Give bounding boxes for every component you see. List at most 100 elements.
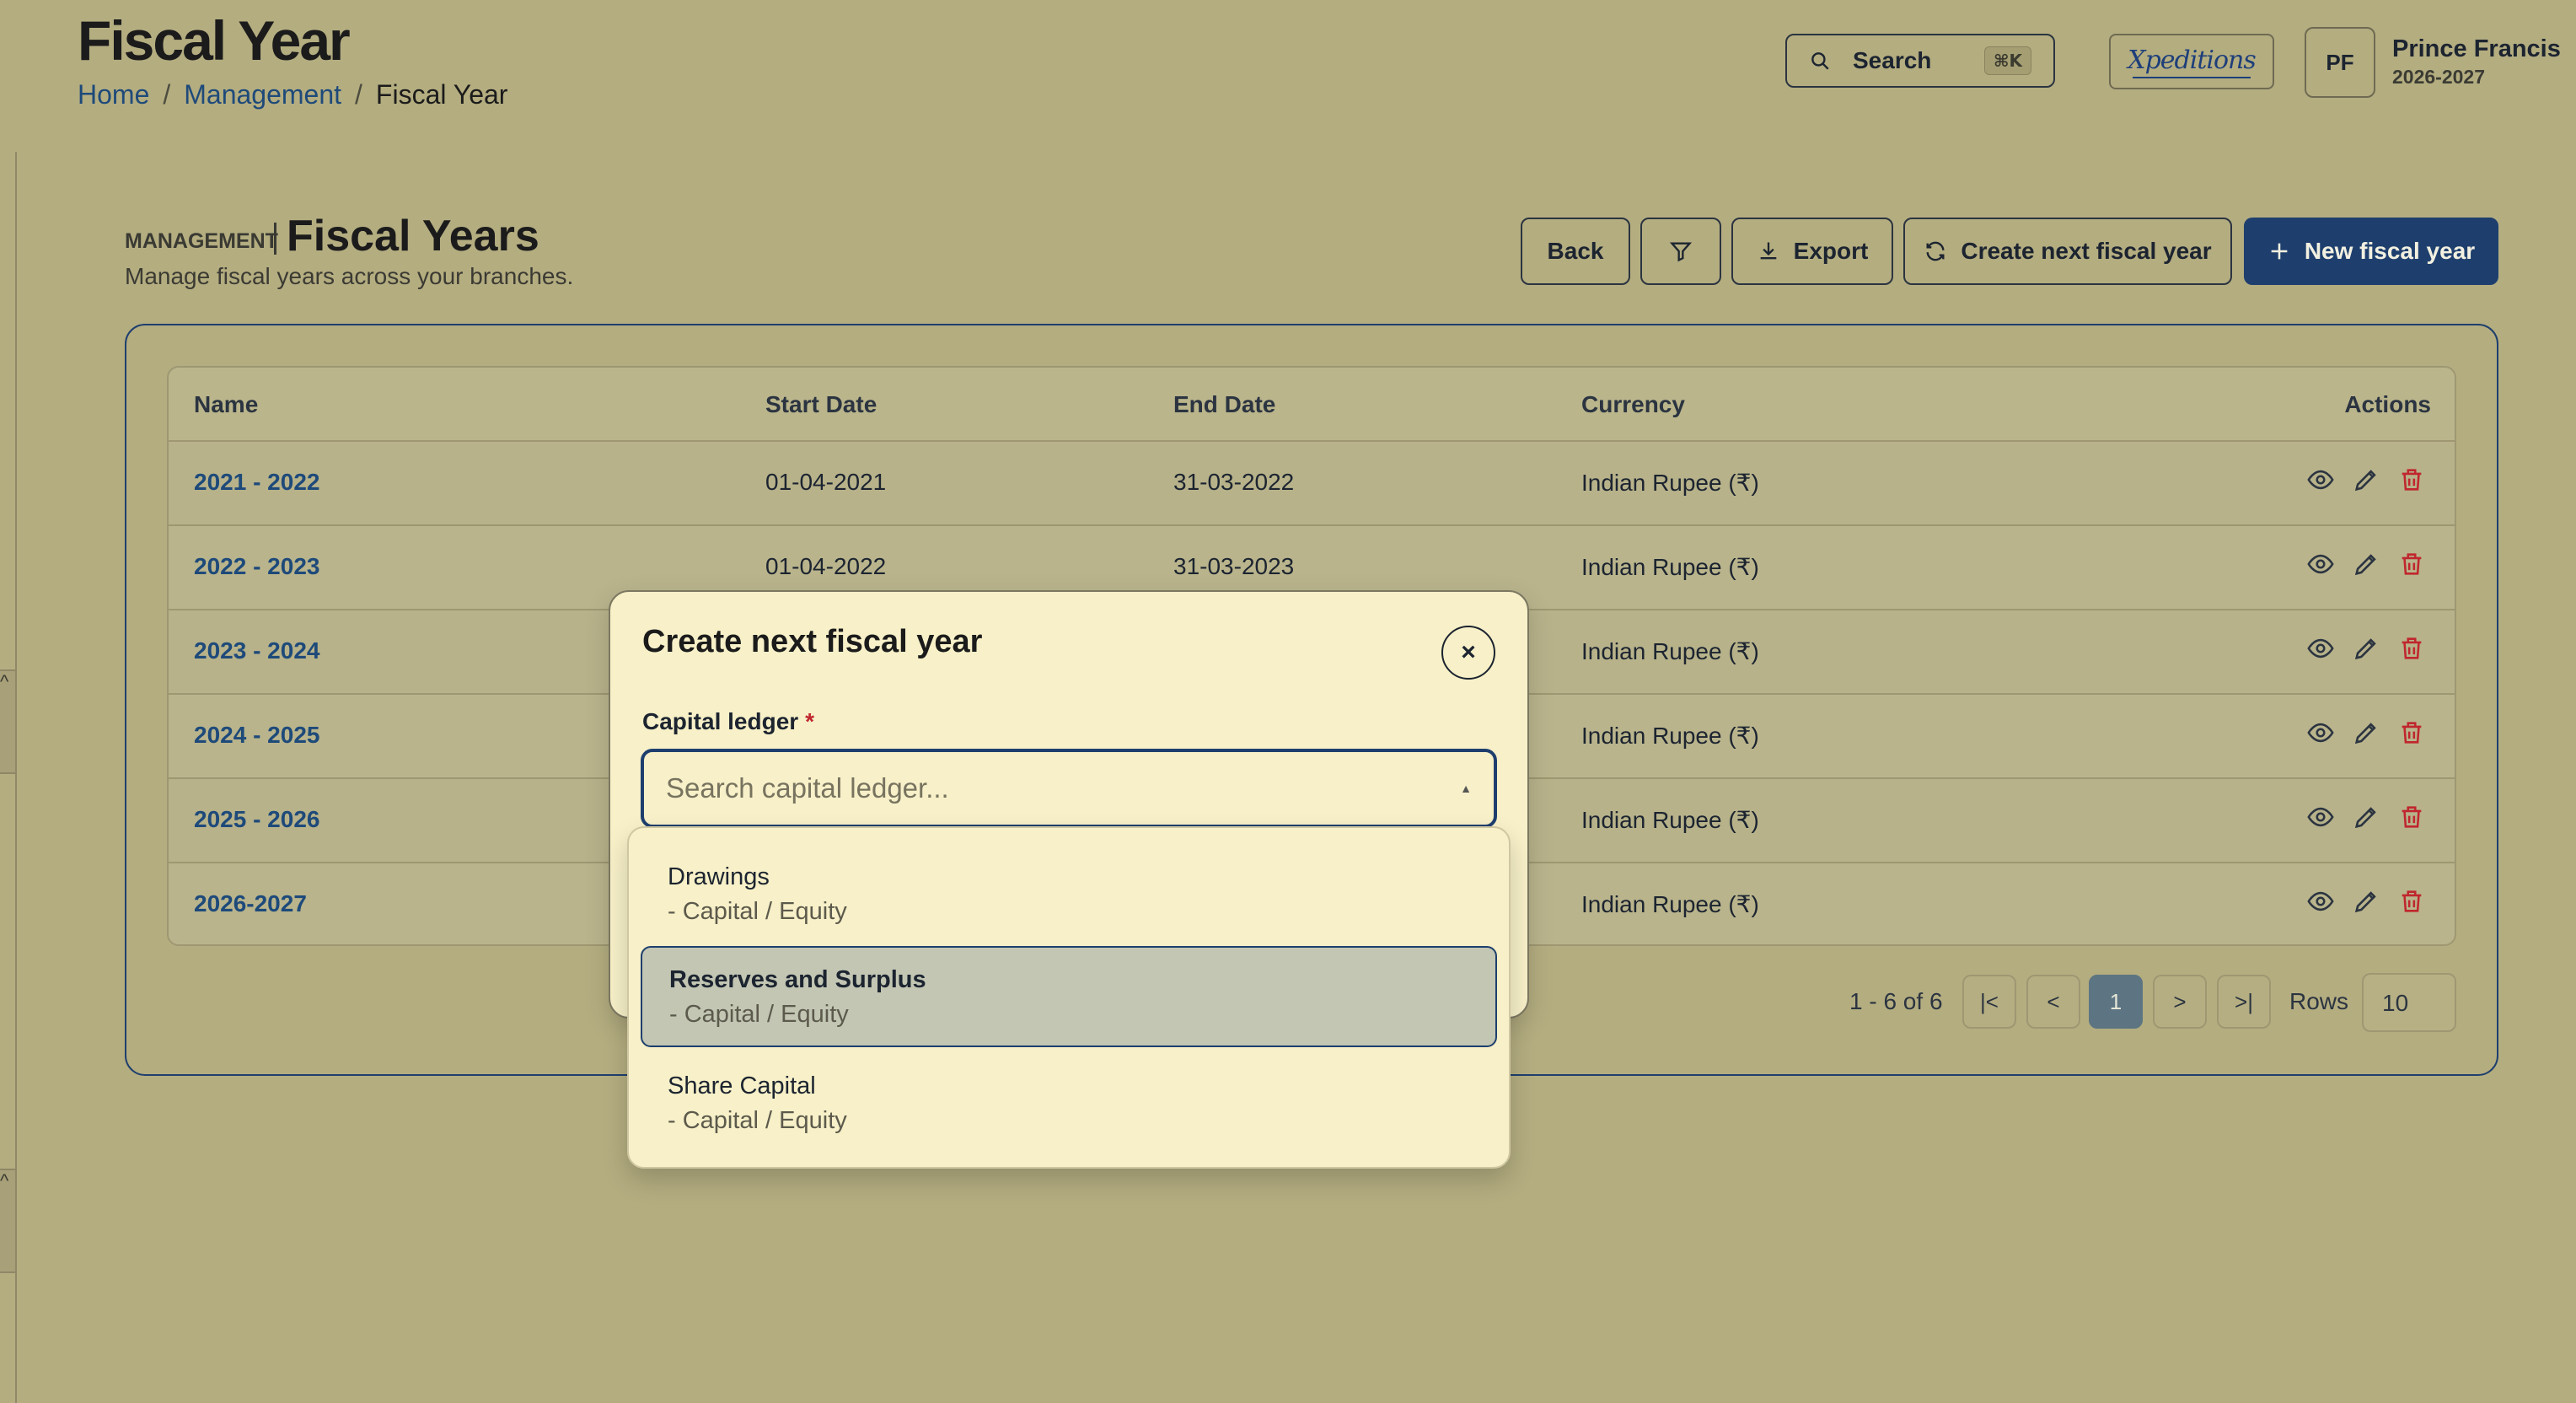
row-actions (2306, 718, 2426, 747)
capital-ledger-placeholder: Search capital ledger... (666, 772, 949, 804)
option-title: Share Capital (668, 1072, 816, 1099)
create-next-fiscal-year-button[interactable]: Create next fiscal year (1903, 218, 2232, 285)
page-title: Fiscal Year (78, 9, 351, 72)
column-header-start-date[interactable]: Start Date (765, 391, 877, 418)
option-title: Drawings (668, 863, 770, 890)
currency-cell: Indian Rupee (₹) (1581, 470, 1759, 496)
edit-icon[interactable] (2352, 718, 2380, 747)
fiscal-year-name-link[interactable]: 2024 - 2025 (194, 722, 319, 749)
fiscal-year-name-link[interactable]: 2021 - 2022 (194, 469, 319, 496)
user-avatar[interactable]: PF (2305, 27, 2375, 98)
new-fiscal-year-label: New fiscal year (2304, 238, 2476, 264)
currency-cell: Indian Rupee (₹) (1581, 807, 1759, 833)
column-header-actions: Actions (2344, 391, 2431, 417)
fiscal-year-name-link[interactable]: 2022 - 2023 (194, 553, 319, 580)
edit-icon[interactable] (2352, 465, 2380, 494)
option-subtitle: - Capital / Equity (668, 1107, 847, 1134)
company-logo[interactable]: Xpeditions (2109, 34, 2274, 89)
pagination-last-button[interactable]: >| (2217, 975, 2271, 1029)
start-date-cell: 01-04-2022 (765, 553, 887, 579)
plus-icon (2271, 243, 2288, 260)
logo-underline (2133, 76, 2251, 78)
column-header-currency[interactable]: Currency (1581, 391, 1685, 418)
ledger-option-reserves-and-surplus[interactable]: Reserves and Surplus - Capital / Equity (641, 946, 1497, 1047)
delete-icon[interactable] (2397, 550, 2426, 578)
pagination-info: 1 - 6 of 6 (1849, 988, 1943, 1014)
breadcrumb-separator: / (355, 79, 362, 110)
currency-cell: Indian Rupee (₹) (1581, 891, 1759, 917)
edit-icon[interactable] (2352, 550, 2380, 578)
rows-per-page-input[interactable]: 10 (2362, 973, 2456, 1032)
row-actions (2306, 465, 2426, 494)
modal-title: Create next fiscal year (642, 624, 983, 659)
currency-cell: Indian Rupee (₹) (1581, 638, 1759, 664)
view-icon[interactable] (2306, 465, 2335, 494)
fiscal-year-name-link[interactable]: 2025 - 2026 (194, 806, 319, 833)
fiscal-year-name-link[interactable]: 2026-2027 (194, 890, 307, 917)
row-actions (2306, 803, 2426, 831)
sidebar-border (15, 152, 17, 1403)
end-date-cell: 31-03-2022 (1173, 469, 1295, 495)
breadcrumb: Home / Management / Fiscal Year (78, 79, 507, 110)
view-icon[interactable] (2306, 550, 2335, 578)
delete-icon[interactable] (2397, 803, 2426, 831)
delete-icon[interactable] (2397, 718, 2426, 747)
filter-icon (1669, 242, 1693, 262)
column-header-name[interactable]: Name (194, 391, 258, 418)
capital-ledger-label-text: Capital ledger (642, 708, 799, 734)
delete-icon[interactable] (2397, 465, 2426, 494)
view-icon[interactable] (2306, 718, 2335, 747)
currency-cell: Indian Rupee (₹) (1581, 554, 1759, 580)
edit-icon[interactable] (2352, 803, 2380, 831)
search-icon (1811, 52, 1829, 70)
search-label: Search (1853, 47, 1932, 73)
back-button[interactable]: Back (1521, 218, 1630, 285)
delete-icon[interactable] (2397, 634, 2426, 663)
breadcrumb-current: Fiscal Year (375, 79, 508, 110)
user-fiscal-year: 2026-2027 (2392, 66, 2485, 88)
pagination-page-1[interactable]: 1 (2089, 975, 2143, 1029)
close-icon[interactable]: × (1441, 626, 1495, 680)
section-eyebrow: MANAGEMENT (125, 229, 278, 253)
table-header: Name Start Date End Date Currency Action… (169, 368, 2455, 442)
start-date-cell: 01-04-2021 (765, 469, 887, 495)
end-date-cell: 31-03-2023 (1173, 553, 1295, 579)
back-button-label: Back (1547, 238, 1604, 264)
sidebar-collapse-handle[interactable]: ^ (0, 1169, 15, 1273)
view-icon[interactable] (2306, 887, 2335, 916)
refresh-icon (1926, 241, 1945, 261)
section-title: Fiscal Years (287, 212, 539, 261)
option-title: Reserves and Surplus (669, 966, 926, 993)
edit-icon[interactable] (2352, 634, 2380, 663)
caret-up-icon[interactable]: ▲ (1460, 782, 1472, 795)
rows-per-page-label: Rows (2289, 988, 2349, 1014)
pagination-prev-button[interactable]: < (2026, 975, 2080, 1029)
ledger-option-share-capital[interactable]: Share Capital - Capital / Equity (641, 1054, 1497, 1155)
ledger-option-drawings[interactable]: Drawings - Capital / Equity (641, 845, 1497, 946)
global-search-button[interactable]: Search ⌘K (1785, 34, 2055, 88)
table-row[interactable]: 2021 - 2022 01-04-2021 31-03-2022 Indian Ru… (169, 442, 2455, 526)
option-subtitle: - Capital / Equity (668, 898, 847, 925)
fiscal-year-name-link[interactable]: 2023 - 2024 (194, 637, 319, 664)
export-button[interactable]: Export (1731, 218, 1893, 285)
chevron-up-icon: ^ (0, 1170, 9, 1191)
delete-icon[interactable] (2397, 887, 2426, 916)
sidebar-collapse-handle[interactable]: ^ (0, 669, 15, 774)
breadcrumb-management[interactable]: Management (184, 79, 341, 110)
user-name: Prince Francis (2392, 35, 2561, 62)
filter-button[interactable] (1640, 218, 1721, 285)
chevron-up-icon: ^ (0, 671, 9, 692)
column-header-end-date[interactable]: End Date (1173, 391, 1275, 418)
capital-ledger-search-input[interactable]: Search capital ledger... ▲ (641, 749, 1497, 828)
edit-icon[interactable] (2352, 887, 2380, 916)
capital-ledger-label: Capital ledger * (642, 708, 814, 735)
company-logo-text: Xpeditions (2128, 45, 2257, 75)
breadcrumb-home[interactable]: Home (78, 79, 149, 110)
export-button-label: Export (1793, 238, 1869, 264)
view-icon[interactable] (2306, 803, 2335, 831)
pagination-next-button[interactable]: > (2153, 975, 2207, 1029)
pagination-first-button[interactable]: |< (1962, 975, 2016, 1029)
view-icon[interactable] (2306, 634, 2335, 663)
new-fiscal-year-button[interactable]: New fiscal year (2244, 218, 2498, 285)
row-actions (2306, 634, 2426, 663)
